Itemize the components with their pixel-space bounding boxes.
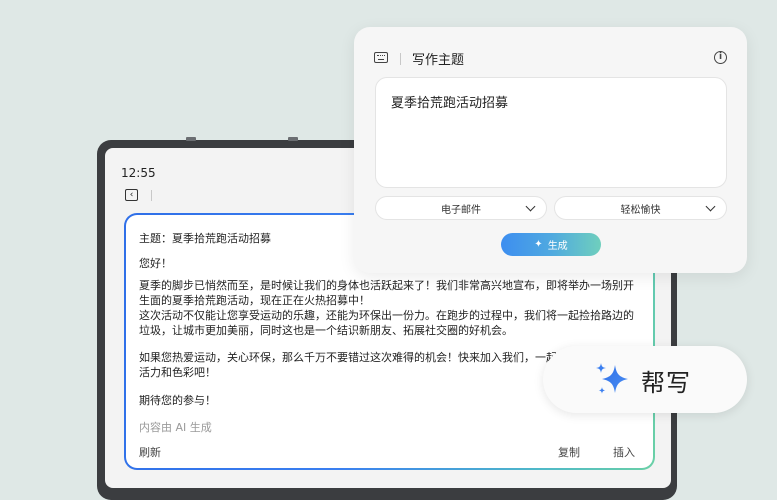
draft-paragraph-line: 这次活动不仅能让您享受运动的乐趣，还能为环保出一份力。在跑步的过程中，我们将一起… bbox=[139, 309, 634, 322]
chevron-down-icon bbox=[525, 201, 536, 212]
tablet-button bbox=[288, 137, 298, 141]
draft-paragraph-line: 垃圾，让城市更加美丽，同时这也是一个结识新朋友、拓展社交圈的好机会。 bbox=[139, 324, 513, 337]
writing-topic-panel: 写作主题 i 夏季拾荒跑活动招募 电子邮件 轻松愉快 ✦ 生成 bbox=[354, 27, 747, 273]
back-icon[interactable]: ‹ bbox=[125, 189, 138, 201]
generate-button[interactable]: ✦ 生成 bbox=[501, 233, 601, 256]
help-write-label: 帮写 bbox=[641, 369, 691, 397]
divider bbox=[151, 190, 152, 201]
topic-input[interactable]: 夏季拾荒跑活动招募 bbox=[375, 77, 727, 188]
sparkle-icon bbox=[596, 363, 628, 394]
draft-paragraph-line: 夏季的脚步已悄然而至，是时候让我们的身体也活跃起来了！我们非常高兴地宣布，即将举… bbox=[139, 279, 634, 292]
divider bbox=[400, 53, 401, 65]
panel-title: 写作主题 bbox=[412, 53, 465, 68]
sparkle-icon: ✦ bbox=[534, 238, 543, 250]
tone-select[interactable]: 轻松愉快 bbox=[554, 196, 727, 220]
info-icon[interactable]: i bbox=[714, 51, 727, 64]
tablet-button bbox=[186, 137, 196, 141]
tone-select-value: 轻松愉快 bbox=[620, 204, 661, 216]
draft-paragraph-line: 生面的夏季拾荒跑活动，现在正在火热招募中！ bbox=[139, 294, 370, 307]
copy-button[interactable]: 复制 bbox=[558, 445, 580, 460]
keyboard-icon[interactable] bbox=[374, 52, 388, 63]
format-select[interactable]: 电子邮件 bbox=[375, 196, 547, 220]
status-time: 12:55 bbox=[121, 166, 156, 180]
refresh-button[interactable]: 刷新 bbox=[139, 445, 161, 460]
ai-generated-note: 内容由 AI 生成 bbox=[139, 421, 212, 434]
generate-label: 生成 bbox=[547, 241, 568, 252]
chevron-down-icon bbox=[705, 201, 716, 212]
insert-button[interactable]: 插入 bbox=[613, 445, 635, 460]
format-select-value: 电子邮件 bbox=[441, 204, 481, 216]
help-write-button[interactable]: 帮写 bbox=[543, 346, 747, 413]
